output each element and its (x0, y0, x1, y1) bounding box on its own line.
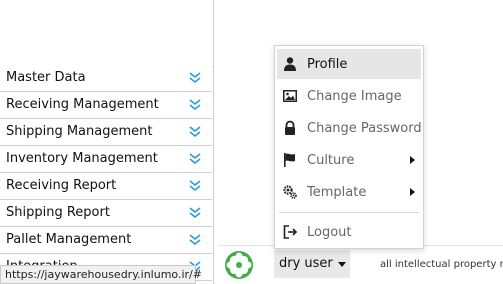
cogs-icon (283, 185, 297, 199)
menu-item-culture[interactable]: Culture (277, 145, 421, 175)
menu-item-template[interactable]: Template (277, 177, 421, 207)
sidebar-item-label: Master Data (6, 70, 86, 85)
menu-item-label: Change Password (307, 121, 422, 136)
lock-icon (285, 120, 295, 135)
sidebar-item-label: Pallet Management (6, 232, 132, 247)
menu-item-label: Culture (307, 153, 355, 168)
double-chevron-down-icon (189, 180, 201, 192)
user-menu-button[interactable]: dry user (274, 250, 350, 278)
menu-item-label: Template (307, 185, 367, 200)
logo-icon (225, 251, 253, 279)
sidebar-item-shipping-report[interactable]: Shipping Report (0, 201, 212, 227)
sidebar-item-label: Receiving Report (6, 178, 117, 193)
flag-icon (284, 153, 295, 167)
image-icon (283, 90, 297, 102)
menu-item-logout[interactable]: Logout (277, 217, 421, 247)
menu-separator (279, 212, 419, 213)
logout-icon (283, 225, 298, 239)
sidebar-item-pallet-management[interactable]: Pallet Management (0, 228, 212, 254)
sidebar-header (0, 0, 213, 67)
double-chevron-down-icon (189, 126, 201, 138)
sidebar: Master Data Receiving Management Shippin… (0, 0, 214, 284)
submenu-arrow-icon (410, 188, 415, 196)
menu-item-label: Change Image (307, 89, 402, 104)
sidebar-item-inventory-management[interactable]: Inventory Management (0, 147, 212, 173)
sidebar-item-label: Shipping Report (6, 205, 110, 220)
user-icon (284, 57, 296, 71)
menu-item-label: Profile (307, 57, 348, 72)
caret-down-icon (338, 262, 346, 267)
double-chevron-down-icon (189, 72, 201, 84)
sidebar-item-label: Inventory Management (6, 151, 158, 166)
copyright-text: all intellectual property r (380, 259, 503, 270)
menu-item-change-image[interactable]: Change Image (277, 81, 421, 111)
sidebar-item-label: Shipping Management (6, 124, 153, 139)
sidebar-item-label: Receiving Management (6, 97, 159, 112)
double-chevron-down-icon (189, 153, 201, 165)
double-chevron-down-icon (189, 234, 201, 246)
menu-item-profile[interactable]: Profile (277, 49, 421, 79)
menu-item-change-password[interactable]: Change Password (277, 113, 422, 143)
sidebar-item-master-data[interactable]: Master Data (0, 66, 212, 92)
double-chevron-down-icon (189, 207, 201, 219)
username-label: dry user (279, 256, 333, 271)
status-bar: https://jaywarehousedry.inlumo.ir/# (0, 265, 202, 284)
status-url: https://jaywarehousedry.inlumo.ir/# (5, 268, 202, 281)
user-dropdown-menu: Profile Change Image Change Password Cul… (274, 45, 424, 249)
sidebar-item-shipping-management[interactable]: Shipping Management (0, 120, 212, 146)
submenu-arrow-icon (410, 156, 415, 164)
menu-item-label: Logout (307, 225, 352, 240)
sidebar-item-receiving-management[interactable]: Receiving Management (0, 93, 212, 119)
double-chevron-down-icon (189, 99, 201, 111)
sidebar-item-receiving-report[interactable]: Receiving Report (0, 174, 212, 200)
